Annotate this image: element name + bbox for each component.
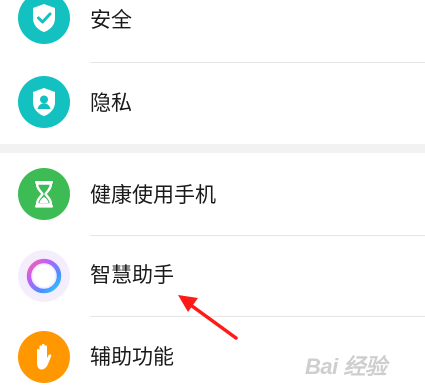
privacy-shield-person-icon [18, 76, 70, 128]
section-separator [0, 144, 425, 153]
settings-screen: 安全 隐私 健康使用手机 智慧助手 辅助功能 Bai 经验 [0, 0, 425, 389]
settings-item-digital-wellbeing[interactable]: 健康使用手机 [0, 153, 425, 235]
hand-icon [18, 331, 70, 383]
watermark-text: Bai 经验 [305, 354, 387, 379]
hourglass-icon [18, 168, 70, 220]
settings-item-label: 辅助功能 [90, 345, 174, 369]
shield-check-icon [18, 0, 70, 44]
settings-item-privacy[interactable]: 隐私 [0, 63, 425, 143]
watermark: Bai 经验 [305, 349, 417, 379]
settings-item-label: 隐私 [90, 91, 132, 115]
annotation-arrow-icon [178, 295, 238, 340]
smart-assistant-ring-icon [18, 250, 70, 302]
settings-item-label: 健康使用手机 [90, 183, 216, 207]
settings-item-label: 智慧助手 [90, 263, 174, 287]
settings-item-security[interactable]: 安全 [0, 0, 425, 58]
settings-item-label: 安全 [90, 8, 132, 32]
